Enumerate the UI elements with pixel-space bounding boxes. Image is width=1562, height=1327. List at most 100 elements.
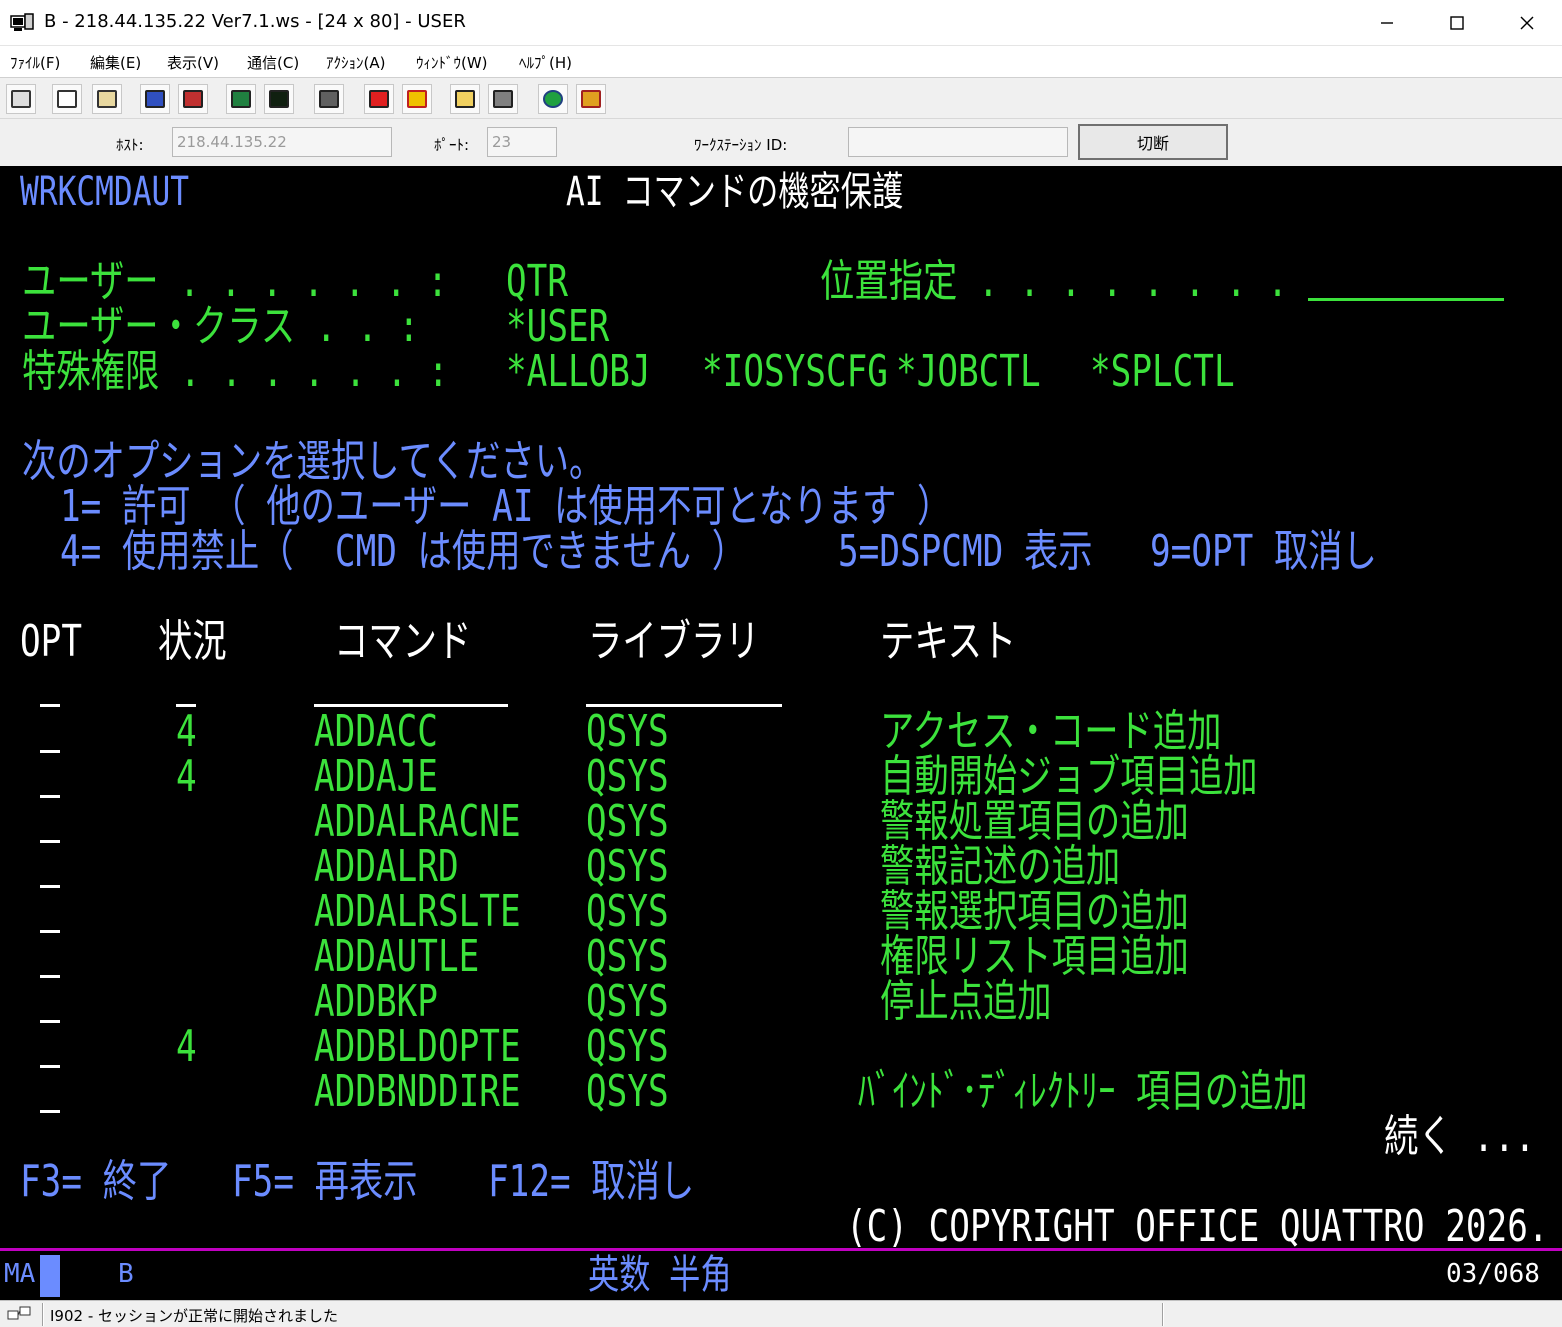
connection-bar: ﾎｽﾄ: 218.44.135.22 ﾎﾟｰﾄ: 23 ﾜｰｸｽﾃｰｼｮﾝ ID…: [0, 119, 1562, 166]
toolbar-help-button[interactable]: [576, 84, 606, 114]
toolbar-keyboard-button[interactable]: [314, 84, 344, 114]
position-input[interactable]: [1308, 298, 1504, 301]
toolbar-paste-button[interactable]: [92, 84, 122, 114]
option-line-1: 1= 許可 （ 他のユーザー AI は使用不可となります ）: [60, 481, 952, 532]
toolbar-screen-button[interactable]: [226, 84, 256, 114]
menu-window[interactable]: ｳｨﾝﾄﾞｳ(W): [416, 52, 488, 73]
toolbar-copy-button[interactable]: [52, 84, 82, 114]
row-status: 4: [176, 706, 197, 757]
row-library: QSYS: [586, 796, 669, 847]
macro-play-icon: [407, 90, 427, 108]
user-value: QTR: [506, 256, 568, 307]
menu-edit[interactable]: 編集(E): [90, 52, 141, 73]
toolbar-display-button[interactable]: [264, 84, 294, 114]
fkey-f3[interactable]: F3= 終了: [20, 1160, 171, 1204]
menu-view[interactable]: 表示(V): [167, 52, 219, 73]
option-line-2c: 9=OPT 取消し: [1150, 526, 1377, 577]
print-screen-icon: [11, 90, 31, 108]
header-command: コマンド: [334, 616, 472, 667]
globe-icon: [543, 90, 563, 108]
row-library: QSYS: [586, 1066, 669, 1117]
help-book-icon: [581, 90, 601, 108]
menu-help[interactable]: ﾍﾙﾌﾟ(H): [519, 52, 572, 73]
row-opt-input[interactable]: [40, 1065, 60, 1068]
row-command: ADDALRD: [314, 841, 459, 892]
oia-cursor-position: 03/068: [1446, 1259, 1540, 1289]
row-library: QSYS: [586, 886, 669, 937]
status-separator: [1162, 1303, 1164, 1326]
row-opt-input[interactable]: [40, 1020, 60, 1023]
row-opt-input[interactable]: [40, 975, 60, 978]
toolbar-web-button[interactable]: [538, 84, 568, 114]
toolbar-send-button[interactable]: [140, 84, 170, 114]
row-text: 権限リスト項目追加: [880, 931, 1189, 982]
row-text: 警報記述の追加: [880, 841, 1121, 892]
fkey-f5[interactable]: F5= 再表示: [232, 1160, 418, 1204]
row-opt-input[interactable]: [40, 840, 60, 843]
row-status: 4: [176, 1021, 197, 1072]
row-command: ADDAJE: [314, 751, 438, 802]
menu-file[interactable]: ﾌｧｲﾙ(F): [10, 52, 60, 73]
paste-icon: [97, 90, 117, 108]
oia-session: B: [118, 1259, 134, 1289]
row-opt-input[interactable]: [40, 795, 60, 798]
send-file-icon: [145, 90, 165, 108]
row-opt-input[interactable]: [40, 750, 60, 753]
row-command: ADDALRSLTE: [314, 886, 521, 937]
row-command: ADDBLDOPTE: [314, 1021, 521, 1072]
host-field[interactable]: 218.44.135.22: [172, 127, 392, 157]
port-label: ﾎﾟｰﾄ:: [434, 136, 470, 154]
instruction-text: 次のオプションを選択してください。: [22, 436, 604, 487]
toolbar-receive-button[interactable]: [178, 84, 208, 114]
minimize-icon: [1381, 22, 1393, 24]
toolbar-print-screen-button[interactable]: [6, 84, 36, 114]
app-icon: [10, 13, 34, 31]
terminal-screen[interactable]: WRKCMDAUT AI コマンドの機密保護 ユーザー . . . . . . …: [0, 166, 1562, 1248]
title-bar: B - 218.44.135.22 Ver7.1.ws - [24 x 80] …: [0, 0, 1562, 46]
window-title: B - 218.44.135.22 Ver7.1.ws - [24 x 80] …: [44, 11, 466, 32]
maximize-icon: [1450, 16, 1464, 30]
position-opt-input[interactable]: [40, 704, 60, 707]
disconnect-button[interactable]: 切断: [1078, 124, 1228, 160]
special-authority-1: *ALLOBJ: [506, 346, 651, 397]
menu-action[interactable]: ｱｸｼｮﾝ(A): [326, 52, 385, 73]
port-field[interactable]: 23: [487, 127, 557, 157]
receive-file-icon: [183, 90, 203, 108]
workstation-id-label: ﾜｰｸｽﾃｰｼｮﾝ ID:: [694, 136, 788, 154]
toolbar-macro-stop-button[interactable]: [488, 84, 518, 114]
menu-comm[interactable]: 通信(C): [247, 52, 299, 73]
oia-indicator: MA: [4, 1259, 36, 1289]
macro-stop-icon: [493, 90, 513, 108]
row-opt-input[interactable]: [40, 885, 60, 888]
row-library: QSYS: [586, 841, 669, 892]
toolbar-macro-record-button[interactable]: [364, 84, 394, 114]
status-bar: I902 - セッションが正常に開始されました: [0, 1300, 1562, 1327]
workstation-id-field[interactable]: [848, 127, 1068, 157]
toolbar-macro-edit-button[interactable]: [450, 84, 480, 114]
macro-record-icon: [369, 90, 389, 108]
screen-icon: [231, 90, 251, 108]
row-text: アクセス・コード追加: [880, 706, 1222, 757]
more-indicator: 続く ...: [1384, 1111, 1536, 1162]
special-authority-2: *IOSYSCFG: [702, 346, 888, 397]
status-message: I902 - セッションが正常に開始されました: [50, 1307, 339, 1325]
host-label: ﾎｽﾄ:: [116, 136, 144, 154]
row-text: ﾊﾞｲﾝﾄﾞ･ﾃﾞｨﾚｸﾄﾘｰ 項目の追加: [858, 1066, 1308, 1117]
row-library: QSYS: [586, 931, 669, 982]
row-opt-input[interactable]: [40, 1110, 60, 1113]
maximize-button[interactable]: [1422, 0, 1492, 46]
fkey-f12[interactable]: F12= 取消し: [488, 1160, 694, 1204]
status-separator: [42, 1303, 44, 1326]
row-command: ADDALRACNE: [314, 796, 521, 847]
row-library: QSYS: [586, 706, 669, 757]
special-authority-label: 特殊権限 . . . . . . :: [22, 346, 449, 397]
option-line-2b: 5=DSPCMD 表示: [838, 526, 1093, 577]
header-opt: OPT: [20, 616, 82, 667]
oia-input-mode: 英数 半角: [588, 1252, 732, 1298]
close-button[interactable]: [1492, 0, 1562, 46]
toolbar-macro-play-button[interactable]: [402, 84, 432, 114]
row-opt-input[interactable]: [40, 930, 60, 933]
close-icon: [1520, 16, 1534, 30]
minimize-button[interactable]: [1352, 0, 1422, 46]
cursor-indicator: [40, 1255, 60, 1297]
